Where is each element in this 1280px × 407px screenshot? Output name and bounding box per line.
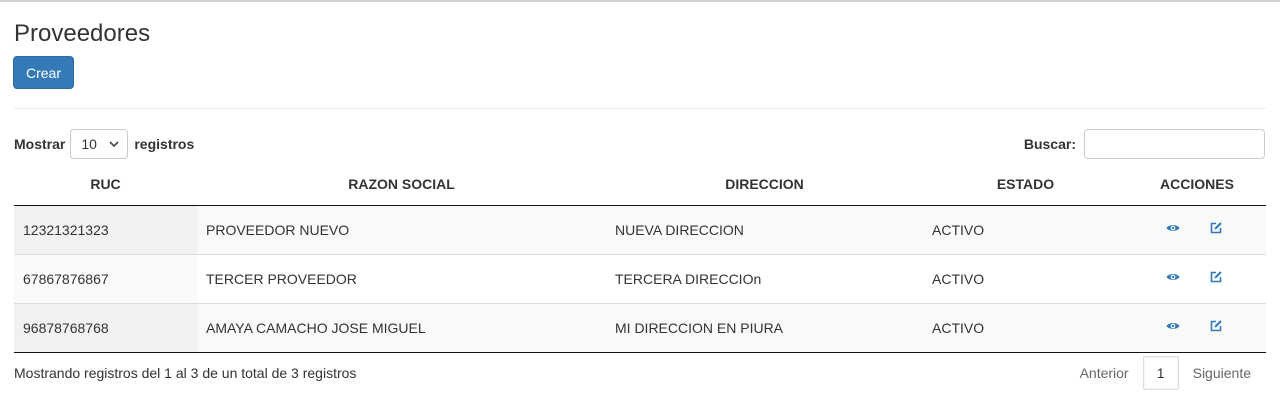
cell-acciones xyxy=(1128,205,1266,254)
cell-estado: ACTIVO xyxy=(923,253,1128,303)
create-button[interactable]: Crear xyxy=(13,56,74,89)
eye-icon[interactable] xyxy=(1166,221,1180,235)
length-select-value: 10 xyxy=(81,136,97,152)
pagination: Anterior 1 Siguiente xyxy=(1066,356,1265,390)
cell-ruc: 67867876867 xyxy=(14,253,197,303)
edit-icon[interactable] xyxy=(1209,319,1223,333)
search-input[interactable] xyxy=(1084,129,1265,159)
cell-ruc: 96878768768 xyxy=(14,302,197,353)
column-header-estado[interactable]: ESTADO xyxy=(923,164,1128,206)
providers-table: RUC RAZON SOCIAL DIRECCION ESTADO ACCION… xyxy=(14,164,1266,353)
pagination-next[interactable]: Siguiente xyxy=(1179,356,1265,390)
column-header-ruc[interactable]: RUC xyxy=(14,164,197,206)
cell-razon-social: TERCER PROVEEDOR xyxy=(197,253,606,303)
cell-direccion: NUEVA DIRECCION xyxy=(606,205,923,254)
length-select[interactable]: 10 xyxy=(70,129,129,159)
length-label-before: Mostrar xyxy=(14,136,66,152)
cell-estado: ACTIVO xyxy=(923,205,1128,254)
length-label-after: registros xyxy=(134,136,195,152)
cell-razon-social: PROVEEDOR NUEVO xyxy=(197,205,606,254)
column-header-razon-social[interactable]: RAZON SOCIAL xyxy=(197,164,606,206)
search-control: Buscar: xyxy=(1024,129,1265,159)
eye-icon[interactable] xyxy=(1166,319,1180,333)
cell-ruc: 12321321323 xyxy=(14,205,197,254)
eye-icon[interactable] xyxy=(1166,270,1180,284)
pagination-page-current[interactable]: 1 xyxy=(1142,356,1179,390)
cell-direccion: TERCERA DIRECCIOn xyxy=(606,253,923,303)
column-header-acciones: ACCIONES xyxy=(1128,164,1266,206)
cell-acciones xyxy=(1128,253,1266,303)
edit-icon[interactable] xyxy=(1209,270,1223,284)
search-label: Buscar: xyxy=(1023,136,1076,152)
table-row: 12321321323 PROVEEDOR NUEVO NUEVA DIRECC… xyxy=(14,205,1266,254)
cell-estado: ACTIVO xyxy=(923,302,1128,353)
cell-direccion: MI DIRECCION EN PIURA xyxy=(606,302,923,353)
cell-acciones xyxy=(1128,302,1266,353)
cell-razon-social: AMAYA CAMACHO JOSE MIGUEL xyxy=(197,302,606,353)
column-header-direccion[interactable]: DIRECCION xyxy=(606,164,923,206)
chevron-down-icon xyxy=(109,137,119,151)
divider xyxy=(14,108,1266,109)
length-control: Mostrar 10 registros xyxy=(14,129,194,159)
table-header-row: RUC RAZON SOCIAL DIRECCION ESTADO ACCION… xyxy=(14,164,1266,206)
top-border xyxy=(0,0,1280,2)
page-title: Proveedores xyxy=(14,20,151,47)
table-info: Mostrando registros del 1 al 3 de un tot… xyxy=(14,365,357,381)
table-row: 67867876867 TERCER PROVEEDOR TERCERA DIR… xyxy=(14,253,1266,303)
pagination-previous[interactable]: Anterior xyxy=(1066,356,1143,390)
edit-icon[interactable] xyxy=(1209,221,1223,235)
table-row: 96878768768 AMAYA CAMACHO JOSE MIGUEL MI… xyxy=(14,302,1266,353)
